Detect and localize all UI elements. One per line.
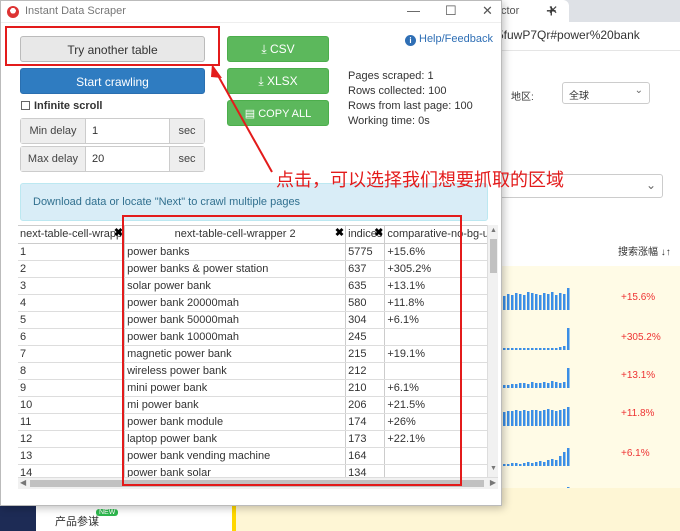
annotation-text: 点击，可以选择我们想要抓取的区域 [276, 170, 564, 190]
annotation-arrow [211, 64, 273, 173]
